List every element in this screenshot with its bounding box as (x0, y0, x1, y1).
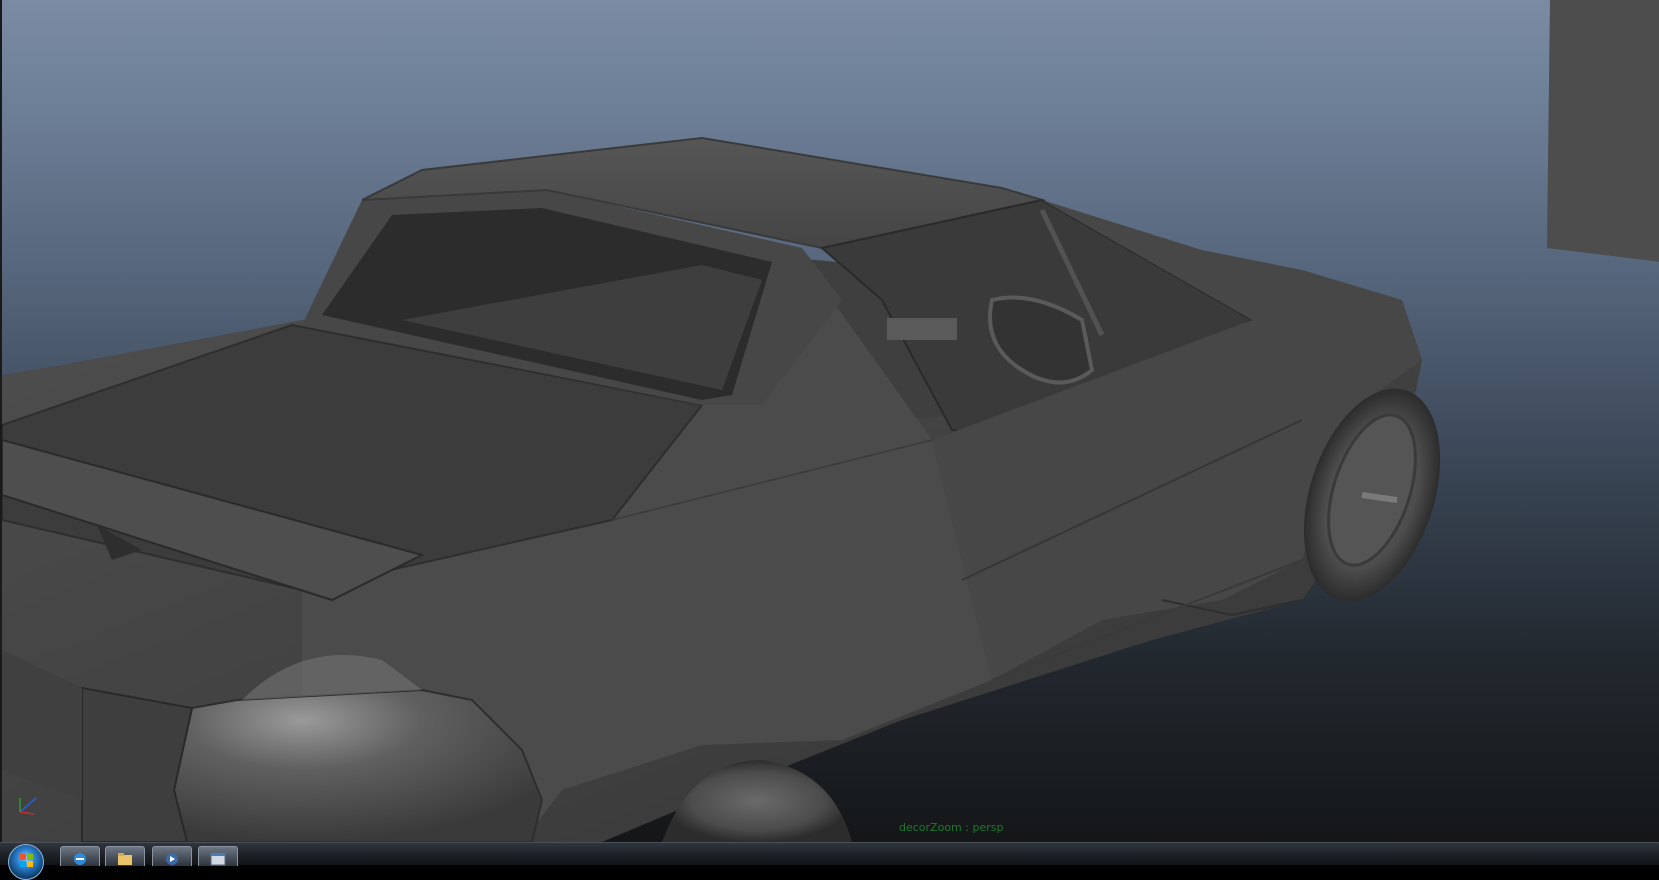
taskbar-internet-explorer[interactable] (60, 846, 100, 866)
camera-panel-label: decorZoom : persp (899, 821, 1004, 834)
3d-viewport[interactable]: decorZoom : persp (0, 0, 1659, 842)
window-icon (210, 852, 226, 866)
axis-gizmo-icon (19, 797, 37, 815)
internet-explorer-icon (74, 853, 86, 865)
taskbar-media-player[interactable] (152, 846, 192, 866)
car-model-render[interactable] (2, 0, 1659, 842)
taskbar (0, 842, 1659, 880)
folder-icon (118, 853, 132, 865)
vent (887, 318, 957, 340)
start-button[interactable] (8, 844, 44, 880)
taskbar-explorer[interactable] (105, 846, 145, 866)
media-player-icon (166, 853, 178, 865)
windows-flag-icon (20, 854, 33, 867)
taskbar-window[interactable] (198, 846, 238, 866)
background-plane (1547, 0, 1659, 262)
rear-bumper-panel (81, 686, 194, 842)
